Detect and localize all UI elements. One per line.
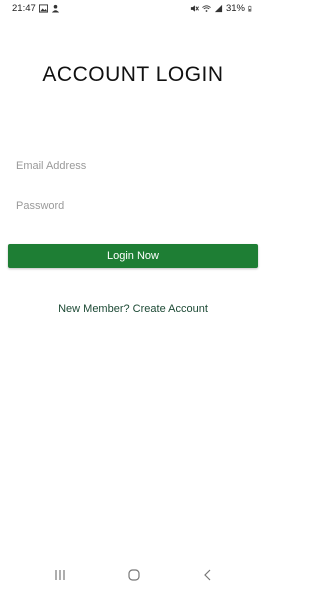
back-icon — [204, 569, 211, 581]
signal-icon — [214, 4, 223, 13]
create-account-link[interactable]: New Member? Create Account — [0, 303, 266, 315]
password-input[interactable] — [8, 194, 258, 218]
navigation-bar — [0, 558, 266, 592]
home-button[interactable] — [124, 566, 144, 584]
back-button[interactable] — [198, 566, 218, 584]
notification-person-icon — [51, 4, 59, 13]
battery-percent: 31% — [225, 3, 245, 14]
home-icon — [128, 569, 140, 581]
gallery-icon — [38, 4, 48, 13]
mute-icon — [190, 5, 199, 12]
login-button[interactable]: Login Now — [8, 244, 258, 268]
battery-icon — [248, 5, 252, 12]
recents-icon — [55, 570, 65, 580]
email-input[interactable] — [8, 154, 258, 178]
status-bar-left: 21:47 — [12, 3, 60, 14]
page-title: ACCOUNT LOGIN — [42, 63, 224, 86]
recents-button[interactable] — [50, 566, 70, 584]
status-bar: 21:47 31% — [0, 0, 266, 18]
wifi-icon — [202, 5, 211, 12]
status-time: 21:47 — [12, 3, 36, 14]
status-bar-right: 31% — [190, 3, 254, 14]
